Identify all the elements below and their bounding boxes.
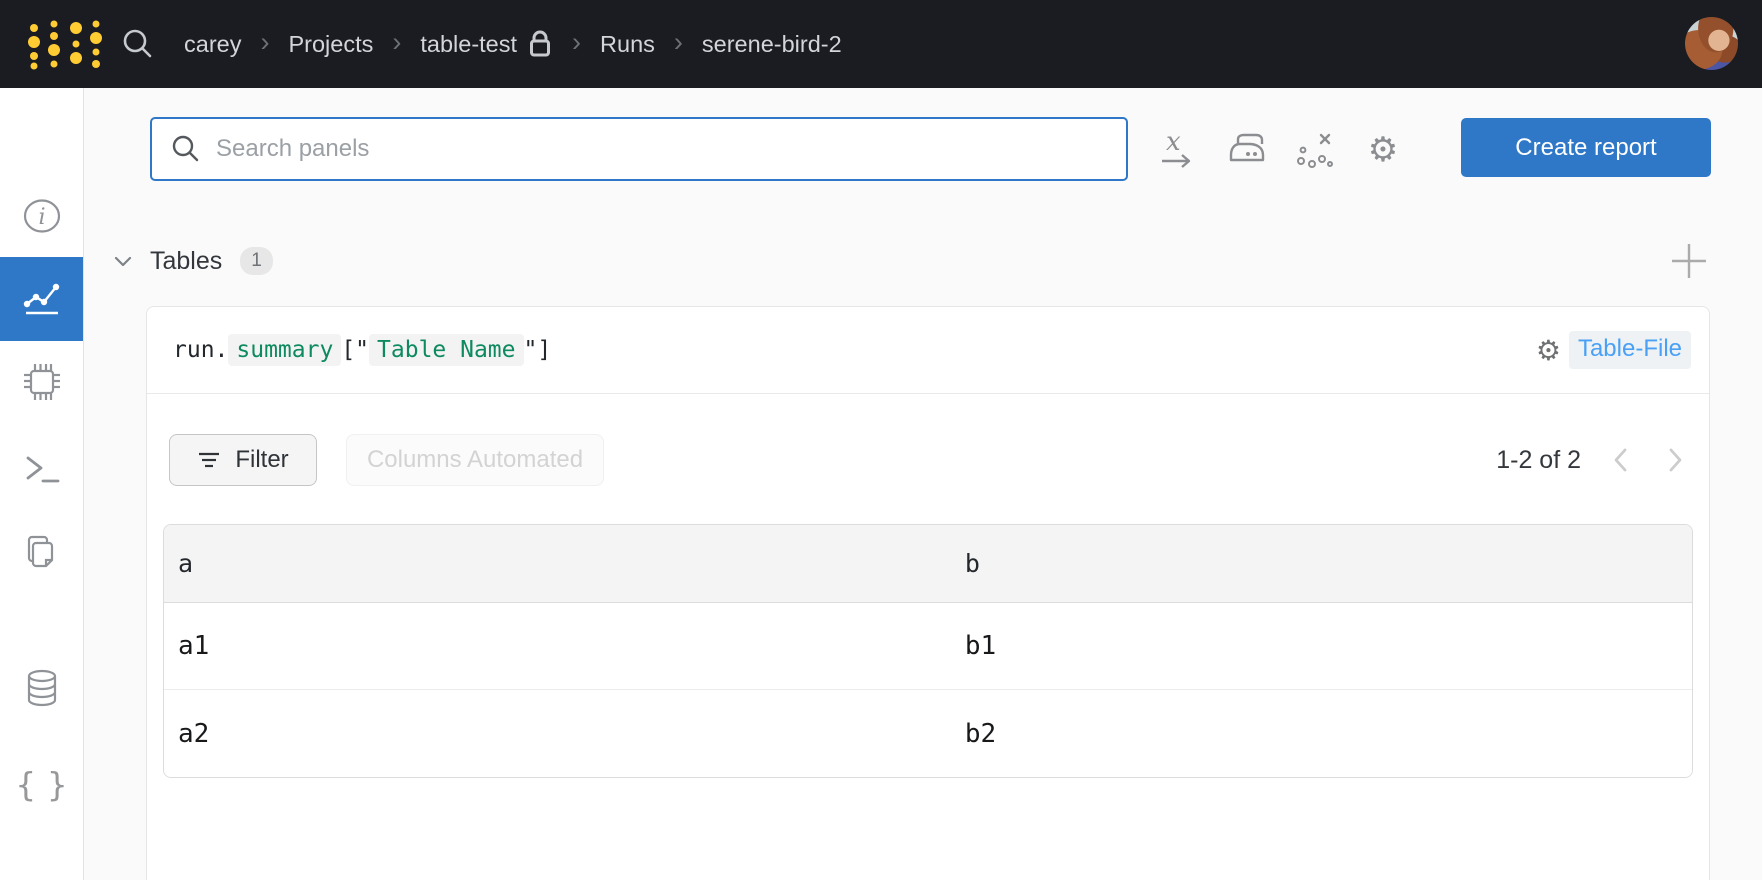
filter-button[interactable]: Filter [169, 434, 317, 486]
panel-type-label[interactable]: Table-File [1569, 331, 1691, 369]
global-search-icon[interactable] [120, 26, 156, 62]
filter-button-label: Filter [235, 446, 288, 474]
chevron-left-icon [1612, 447, 1628, 473]
code-braces-icon [15, 765, 67, 804]
sidebar-item-system[interactable] [0, 347, 83, 417]
sidebar-item-overview[interactable]: i [0, 181, 83, 251]
sidebar-item-artifacts[interactable] [0, 653, 83, 723]
sidebar-item-charts[interactable] [0, 257, 83, 341]
top-bar: carey › Projects › table-test › Runs › s… [0, 0, 1762, 88]
search-panels-input[interactable] [150, 117, 1128, 181]
table-cell: a2 [164, 719, 951, 749]
run-sidebar: i [0, 88, 84, 880]
plus-icon [1668, 240, 1710, 282]
breadcrumb-separator: › [392, 27, 401, 62]
outliers-icon[interactable] [1292, 127, 1338, 173]
terminal-icon [22, 452, 62, 488]
workspace-settings-gear-icon[interactable] [1360, 127, 1406, 173]
user-avatar[interactable] [1685, 17, 1738, 70]
workspace-main: x Create report Tables 1 [84, 88, 1762, 880]
chevron-right-icon [1668, 447, 1684, 473]
breadcrumb-user[interactable]: carey [184, 31, 241, 58]
panel-search [150, 117, 1128, 181]
breadcrumb-runs[interactable]: Runs [600, 31, 655, 58]
columns-automated-button[interactable]: Columns Automated [346, 434, 604, 486]
search-icon [170, 133, 202, 165]
code-open-bracket: [" [341, 337, 369, 363]
tables-section-header: Tables 1 [110, 240, 273, 282]
sidebar-item-logs[interactable] [0, 435, 83, 505]
sidebar-item-code[interactable] [0, 749, 83, 819]
code-close-bracket: "] [524, 337, 552, 363]
table-row[interactable]: a1 b1 [164, 603, 1692, 690]
code-summary-chip: summary [228, 334, 341, 366]
pagination-label: 1-2 of 2 [1496, 446, 1581, 475]
panel-settings-gear-icon[interactable] [1536, 334, 1561, 367]
panel-type-control[interactable]: Table-File [1536, 331, 1691, 369]
breadcrumb-projects[interactable]: Projects [288, 31, 373, 58]
breadcrumb-run-name[interactable]: serene-bird-2 [702, 31, 842, 58]
next-page-button[interactable] [1659, 443, 1693, 477]
table-panel-card: run.summary["Table Name"] Table-File Fil… [146, 306, 1710, 880]
sidebar-item-files[interactable] [0, 517, 83, 587]
breadcrumb-separator: › [674, 27, 683, 62]
column-header-b[interactable]: b [951, 549, 1692, 578]
info-icon: i [21, 195, 63, 237]
breadcrumb: carey › Projects › table-test › Runs › s… [184, 27, 842, 62]
code-table-name-chip: Table Name [369, 334, 523, 366]
breadcrumb-separator: › [572, 27, 581, 62]
table-cell: b1 [951, 631, 1692, 661]
add-panel-button[interactable] [1666, 238, 1712, 284]
line-chart-icon [20, 277, 64, 321]
smoothing-iron-icon[interactable] [1224, 127, 1270, 173]
table-header-row: a b [164, 525, 1692, 603]
svg-text:i: i [38, 205, 45, 230]
cpu-chip-icon [20, 360, 64, 404]
table-toolbar: Filter Columns Automated 1-2 of 2 [169, 434, 1693, 486]
table-row[interactable]: a2 b2 [164, 690, 1692, 777]
panel-header: run.summary["Table Name"] Table-File [147, 307, 1709, 394]
breadcrumb-separator: › [260, 27, 269, 62]
breadcrumb-project[interactable]: table-test [420, 31, 517, 58]
section-collapse-chevron-icon[interactable] [110, 248, 136, 274]
filter-lines-icon [197, 450, 221, 470]
section-count-badge: 1 [240, 247, 273, 275]
table-cell: b2 [951, 719, 1692, 749]
wandb-logo-icon[interactable] [24, 18, 106, 70]
column-header-a[interactable]: a [164, 549, 951, 578]
data-table: a b a1 b1 a2 b2 [163, 524, 1693, 778]
private-lock-icon [527, 29, 553, 59]
section-title: Tables [150, 247, 222, 276]
pagination: 1-2 of 2 [1496, 443, 1693, 477]
create-report-button[interactable]: Create report [1461, 118, 1711, 177]
files-icon [22, 532, 62, 572]
code-run-prefix: run. [173, 337, 228, 363]
x-axis-settings-icon[interactable]: x [1153, 127, 1199, 173]
database-icon [22, 667, 62, 709]
panel-key-expression: run.summary["Table Name"] [173, 337, 551, 363]
svg-text:x: x [1166, 128, 1181, 157]
table-cell: a1 [164, 631, 951, 661]
previous-page-button[interactable] [1603, 443, 1637, 477]
gear-icon [1368, 130, 1398, 170]
